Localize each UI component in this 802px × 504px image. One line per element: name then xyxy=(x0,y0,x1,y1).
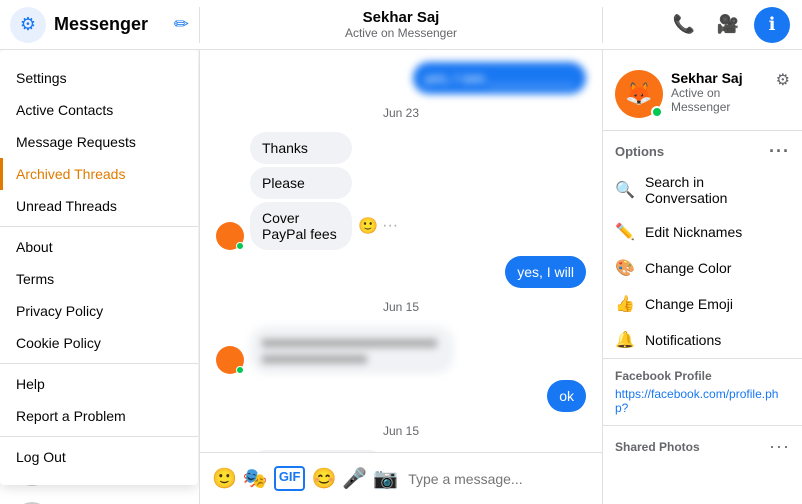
dropdown-report-problem[interactable]: Report a Problem xyxy=(0,400,198,432)
option-notifications[interactable]: 🔔 Notifications xyxy=(603,322,802,358)
message-bubble: Thanks xyxy=(250,132,352,164)
message-with-actions: Cover PayPal fees 🙂 ··· xyxy=(250,202,436,250)
message-bubble: yes, I see.___________ xyxy=(413,62,586,94)
dropdown-section-1: Settings Active Contacts Message Request… xyxy=(0,58,198,226)
message-bubble: yes, I will xyxy=(505,256,586,288)
right-panel: 🦊 Sekhar Saj Active on Messenger ⚙ Optio… xyxy=(602,50,802,504)
dropdown-about[interactable]: About xyxy=(0,231,198,263)
dropdown-archived-threads[interactable]: Archived Threads xyxy=(0,158,198,190)
message-bubble: ok xyxy=(547,380,586,412)
options-label: Options xyxy=(615,144,664,159)
notification-icon: 🔔 xyxy=(615,330,635,350)
avatar xyxy=(216,346,244,374)
shared-photos-more[interactable]: ··· xyxy=(769,436,790,457)
profile-info: Sekhar Saj Active on Messenger xyxy=(671,70,768,114)
video-button[interactable]: 🎥 xyxy=(710,7,746,43)
message-row: yes, I see.___________ xyxy=(216,62,586,94)
fb-profile-label: Facebook Profile xyxy=(615,369,790,383)
edit-icon: ✏️ xyxy=(615,222,635,242)
messenger-logo-icon[interactable]: ⚙ xyxy=(10,7,46,43)
profile-section: 🦊 Sekhar Saj Active on Messenger ⚙ xyxy=(603,62,802,131)
mic-button[interactable]: 🎤 xyxy=(342,466,367,491)
profile-name: Sekhar Saj xyxy=(671,70,768,86)
chat-status: Active on Messenger xyxy=(345,26,457,40)
sidebar: Settings Active Contacts Message Request… xyxy=(0,50,200,504)
option-search[interactable]: 🔍 Search in Conversation xyxy=(603,166,802,214)
call-button[interactable]: 📞 xyxy=(666,7,702,43)
message-row: Thanks Please Cover PayPal fees 🙂 ··· xyxy=(216,132,586,250)
sticker-button[interactable]: 🎭 xyxy=(243,466,268,491)
options-header: Options ··· xyxy=(603,131,802,166)
chat-title: Sekhar Saj xyxy=(363,9,440,26)
fb-profile-section: Facebook Profile https://facebook.com/pr… xyxy=(603,358,802,425)
messenger-title: Messenger xyxy=(54,14,166,35)
info-button[interactable]: ℹ xyxy=(754,7,790,43)
dropdown-help[interactable]: Help xyxy=(0,368,198,400)
date-divider: Jun 23 xyxy=(216,106,586,120)
camera-button[interactable]: 📷 xyxy=(373,466,398,491)
compose-icon[interactable]: ✏ xyxy=(174,14,189,35)
date-divider: Jun 15 xyxy=(216,424,586,438)
dropdown-section-4: Log Out xyxy=(0,436,198,477)
messages-container: yes, I see.___________ Jun 23 Thanks Ple… xyxy=(200,50,602,452)
dropdown-settings[interactable]: Settings xyxy=(0,62,198,94)
dropdown-unread-threads[interactable]: Unread Threads xyxy=(0,190,198,222)
options-more-button[interactable]: ··· xyxy=(769,141,790,162)
message-bubble: xxxxxxxxxxxxxxxxxxxxxxxxxxxxxxxxxxxxxxxx xyxy=(250,326,454,374)
gif-button[interactable]: GIF xyxy=(274,466,306,491)
message-input[interactable] xyxy=(408,471,589,487)
profile-status: Active on Messenger xyxy=(671,86,768,114)
dropdown-menu: Settings Active Contacts Message Request… xyxy=(0,50,198,485)
option-label: Change Emoji xyxy=(645,296,733,312)
dropdown-section-2: About Terms Privacy Policy Cookie Policy xyxy=(0,226,198,363)
dropdown-active-contacts[interactable]: Active Contacts xyxy=(0,94,198,126)
sidebar-item-jannat[interactable]: Jannat Yasser Okey May 16 xyxy=(0,494,199,504)
input-icons: 🙂 🎭 GIF 😊 🎤 📷 xyxy=(212,466,398,491)
message-row: xxxxxxxxxxxxxxxxxxxxxxxxxxxxxxxxxxxxxxxx xyxy=(216,326,586,374)
avatar xyxy=(216,222,244,250)
dropdown-logout[interactable]: Log Out xyxy=(0,441,198,473)
search-icon: 🔍 xyxy=(615,180,635,200)
dropdown-cookie-policy[interactable]: Cookie Policy xyxy=(0,327,198,359)
shared-photos-section: Shared Photos ··· xyxy=(603,425,802,467)
chat-area: yes, I see.___________ Jun 23 Thanks Ple… xyxy=(200,50,602,504)
option-change-color[interactable]: 🎨 Change Color xyxy=(603,250,802,286)
dropdown-privacy-policy[interactable]: Privacy Policy xyxy=(0,295,198,327)
message-bubble: Cover PayPal fees xyxy=(250,202,352,250)
option-change-emoji[interactable]: 👍 Change Emoji xyxy=(603,286,802,322)
option-label: Search in Conversation xyxy=(645,174,790,206)
dropdown-terms[interactable]: Terms xyxy=(0,263,198,295)
fb-profile-link[interactable]: https://facebook.com/profile.php? xyxy=(615,387,790,415)
option-label: Change Color xyxy=(645,260,731,276)
option-edit-nicknames[interactable]: ✏️ Edit Nicknames xyxy=(603,214,802,250)
more-options[interactable]: ··· xyxy=(382,217,398,235)
date-divider: Jun 15 xyxy=(216,300,586,314)
message-group: Thanks Please Cover PayPal fees 🙂 ··· xyxy=(250,132,436,250)
message-actions: 🙂 ··· xyxy=(358,216,398,236)
message-row: yes, I will xyxy=(216,256,586,288)
profile-top: 🦊 Sekhar Saj Active on Messenger ⚙ xyxy=(615,70,790,118)
message-row: ok xyxy=(216,380,586,412)
shared-photos-label: Shared Photos xyxy=(615,440,700,454)
color-icon: 🎨 xyxy=(615,258,635,278)
profile-settings-button[interactable]: ⚙ xyxy=(776,70,790,90)
dropdown-message-requests[interactable]: Message Requests xyxy=(0,126,198,158)
emoji-reaction[interactable]: 🙂 xyxy=(358,216,378,236)
input-bar: 🙂 🎭 GIF 😊 🎤 📷 👍 xyxy=(200,452,602,504)
message-bubble: Please xyxy=(250,167,352,199)
profile-avatar: 🦊 xyxy=(615,70,663,118)
emoji-icon: 👍 xyxy=(615,294,635,314)
dropdown-section-3: Help Report a Problem xyxy=(0,363,198,436)
option-label: Notifications xyxy=(645,332,721,348)
emoji2-button[interactable]: 😊 xyxy=(311,466,336,491)
option-label: Edit Nicknames xyxy=(645,224,742,240)
emoji-button[interactable]: 🙂 xyxy=(212,466,237,491)
